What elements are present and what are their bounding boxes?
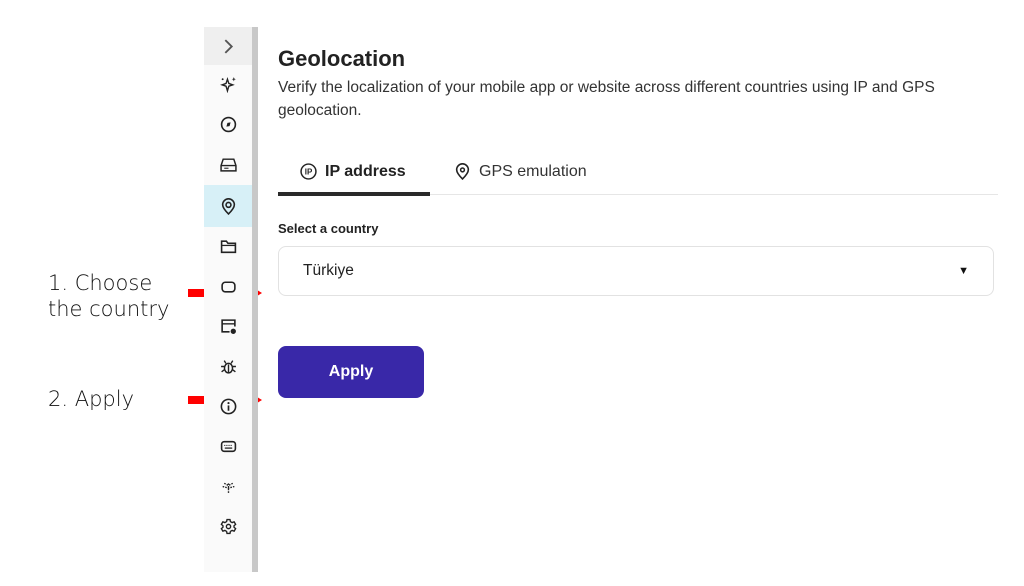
sidebar-item-network[interactable]: [204, 467, 252, 505]
location-pin-icon: [221, 197, 235, 215]
annotation-step-1-line-1: 1. Choose: [48, 271, 153, 295]
caret-down-icon: ▼: [958, 265, 969, 277]
gear-icon: [219, 518, 237, 534]
ip-icon: IP: [300, 163, 317, 180]
sidebar-scrollbar[interactable]: [252, 27, 258, 572]
sidebar-item-window-settings[interactable]: [204, 307, 252, 345]
tab-ip-address[interactable]: IP IP address: [300, 150, 406, 193]
camera-icon: [220, 280, 236, 293]
sidebar-item-debug[interactable]: [204, 347, 252, 385]
geolocation-panel: Geolocation Verify the localization of y…: [278, 44, 998, 398]
tab-gps-emulation-label: GPS emulation: [479, 162, 587, 180]
sidebar-expand-button[interactable]: [204, 27, 252, 65]
annotation-step-1-line-2: the country: [48, 297, 170, 321]
tab-ip-address-label: IP address: [325, 162, 406, 180]
hard-drive-icon: [219, 157, 237, 172]
sidebar-item-info[interactable]: [204, 387, 252, 425]
chevron-right-icon: [224, 38, 233, 54]
compass-icon: [220, 116, 236, 132]
apply-button[interactable]: Apply: [278, 346, 424, 398]
sidebar-item-storage[interactable]: [204, 145, 252, 183]
sparkles-icon: [219, 76, 236, 93]
page-title: Geolocation: [278, 46, 406, 71]
sidebar-item-geolocation[interactable]: [204, 185, 252, 227]
country-select-value: Türkiye: [303, 262, 354, 279]
country-select[interactable]: Türkiye ▼: [278, 246, 994, 296]
page-description: Verify the localization of your mobile a…: [278, 79, 935, 119]
network-signal-icon: [221, 482, 235, 493]
keyboard-icon: [220, 440, 236, 452]
info-icon: [220, 398, 236, 414]
sidebar-item-keyboard[interactable]: [204, 427, 252, 465]
sidebar-item-files[interactable]: [204, 227, 252, 265]
sidebar: [204, 27, 252, 572]
bug-icon: [220, 359, 236, 374]
location-pin-icon: [455, 163, 470, 180]
annotation-step-1: 1. Choose the country: [48, 270, 169, 322]
folder-icon: [220, 239, 236, 253]
tab-bar: IP IP address GPS emulation: [278, 150, 998, 196]
window-settings-icon: [220, 318, 236, 334]
sidebar-item-camera[interactable]: [204, 267, 252, 305]
sidebar-item-ai[interactable]: [204, 65, 252, 103]
country-select-label: Select a country: [278, 221, 379, 236]
sidebar-item-settings[interactable]: [204, 507, 252, 545]
svg-text:IP: IP: [305, 167, 313, 176]
annotation-step-2: 2. Apply: [48, 387, 134, 411]
tab-gps-emulation[interactable]: GPS emulation: [454, 150, 587, 193]
active-tab-indicator: [278, 192, 430, 196]
sidebar-item-compass[interactable]: [204, 105, 252, 143]
